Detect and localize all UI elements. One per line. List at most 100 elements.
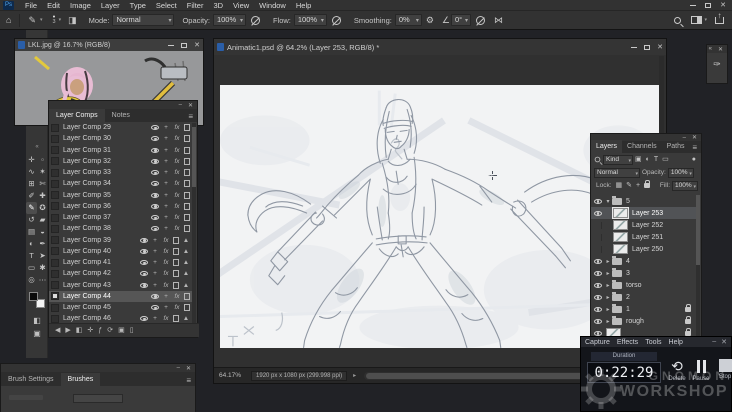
opacity-select[interactable]: 100% (212, 14, 246, 26)
layer-comp-apply-box[interactable] (51, 224, 59, 233)
brush-search-field[interactable] (73, 394, 123, 403)
chevron-right-icon[interactable]: ▸ (604, 294, 612, 301)
brush-settings-dock-icon[interactable]: ✑ (707, 59, 727, 70)
marquee-tool-icon[interactable]: ▫ (37, 154, 48, 166)
chevron-right-icon[interactable]: ▸ (604, 318, 612, 325)
update-appearance-icon[interactable]: ƒ (98, 325, 102, 337)
brush-angle-field[interactable]: 0° (451, 14, 471, 26)
layer-comp-apply-box[interactable] (51, 269, 59, 278)
layer-comp-row[interactable]: Layer Comp 40 + fx ▲ (49, 246, 193, 257)
healing-tool-icon[interactable]: ✚ (37, 190, 48, 202)
visibility-eye-icon[interactable] (151, 181, 159, 187)
menu-item-edit[interactable]: Edit (42, 0, 65, 11)
restore-icon[interactable] (644, 44, 651, 50)
dodge-tool-icon[interactable]: ◐ (26, 238, 37, 250)
layer-comp-apply-box[interactable] (51, 303, 59, 312)
visibility-cell[interactable] (591, 198, 604, 204)
layer-row[interactable]: Layer 251 (591, 231, 697, 243)
visibility-cell[interactable] (591, 210, 604, 216)
lock-transparency-icon[interactable]: ▦ (616, 181, 623, 191)
visibility-eye-icon[interactable] (151, 170, 159, 176)
blend-mode-select[interactable]: Normal (594, 167, 640, 178)
smoothing-select[interactable]: 0% (394, 14, 422, 26)
visibility-eye-icon[interactable] (593, 198, 602, 204)
close-icon[interactable]: ✕ (692, 134, 697, 141)
quick-mask-icon[interactable]: ◧ (26, 314, 48, 327)
tab-brush-settings[interactable]: Brush Settings (1, 373, 61, 386)
close-icon[interactable]: ✕ (657, 43, 663, 52)
visibility-eye-icon[interactable] (140, 237, 148, 243)
minimize-icon[interactable]: – (177, 365, 180, 371)
layer-comp-row[interactable]: Layer Comp 38 + fx (49, 223, 193, 234)
layers-scrollbar[interactable] (696, 195, 700, 355)
history-brush-tool-icon[interactable]: ↺ (26, 214, 37, 226)
layer-comp-apply-box[interactable] (51, 134, 59, 143)
visibility-eye-icon[interactable] (140, 271, 148, 277)
visibility-cell[interactable] (591, 221, 604, 229)
visibility-eye-icon[interactable] (151, 215, 159, 221)
edit-toolbar-tool-icon[interactable]: ⋯ (37, 274, 48, 286)
layer-row[interactable]: ▸ rough (591, 315, 697, 327)
visibility-eye-icon[interactable] (593, 306, 602, 312)
home-icon[interactable]: ⌂ (6, 14, 11, 26)
type-tool-icon[interactable]: T (26, 250, 37, 262)
minimize-icon[interactable] (631, 46, 638, 48)
filter-adjustment-icon[interactable]: ◐ (646, 155, 650, 165)
filter-kind-select[interactable]: Kind (603, 154, 633, 165)
layer-comp-apply-box[interactable] (51, 179, 59, 188)
next-comp-icon[interactable]: ▶ (65, 325, 70, 337)
visibility-eye-icon[interactable] (593, 318, 602, 324)
menu-item-3d[interactable]: 3D (208, 0, 228, 11)
layer-comp-row[interactable]: Layer Comp 33 + fx (49, 167, 193, 178)
panel-menu-icon[interactable]: ≡ (692, 143, 697, 153)
visibility-eye-icon[interactable] (593, 294, 602, 300)
lasso-tool-icon[interactable]: ∿ (26, 166, 37, 178)
visibility-cell[interactable] (591, 270, 604, 276)
airbrush-icon[interactable] (331, 15, 341, 25)
visibility-eye-icon[interactable] (151, 158, 159, 164)
layer-comp-row[interactable]: Layer Comp 43 + fx ▲ (49, 280, 193, 291)
delete-layer-comp-icon[interactable]: ▯ (130, 325, 134, 337)
layer-comp-row[interactable]: Layer Comp 34 + fx (49, 178, 193, 189)
menu-item-filter[interactable]: Filter (182, 0, 209, 11)
delete-button[interactable]: ⟲ Delete (665, 358, 689, 382)
blend-mode-select[interactable]: Normal (112, 14, 175, 26)
layer-comp-row[interactable]: Layer Comp 37 + fx (49, 212, 193, 223)
tab-brushes[interactable]: Brushes (60, 373, 101, 386)
layer-opacity-select[interactable]: 100% (667, 167, 694, 178)
layer-row[interactable]: ▸ torso (591, 279, 697, 291)
visibility-empty[interactable] (594, 245, 602, 253)
menu-item-layer[interactable]: Layer (96, 0, 125, 11)
visibility-eye-icon[interactable] (140, 260, 148, 266)
layer-fill-select[interactable]: 100% (672, 180, 698, 191)
menu-item-select[interactable]: Select (151, 0, 182, 11)
chevron-down-icon[interactable]: ▾ (40, 17, 43, 23)
visibility-cell[interactable] (591, 245, 604, 253)
layer-comp-row[interactable]: Layer Comp 30 + fx (49, 133, 193, 144)
tab-channels[interactable]: Channels (622, 140, 662, 153)
visibility-eye-icon[interactable] (140, 282, 148, 288)
capture-menu-capture[interactable]: Capture (585, 339, 610, 346)
chevron-down-icon[interactable]: ▾ (704, 17, 707, 23)
slice-tool-icon[interactable]: ✄ (37, 178, 48, 190)
chevron-right-icon[interactable]: ▸ (604, 258, 612, 265)
visibility-eye-icon[interactable] (151, 293, 159, 299)
close-icon[interactable]: ✕ (194, 41, 200, 50)
layer-row[interactable]: ▸ 3 (591, 267, 697, 279)
workspace-switcher-icon[interactable] (691, 16, 703, 24)
layer-comp-row[interactable]: Layer Comp 32 + fx (49, 156, 193, 167)
tab-layers[interactable]: Layers (591, 140, 623, 153)
visibility-eye-icon[interactable] (151, 305, 159, 311)
layer-comp-row[interactable]: Layer Comp 35 + fx (49, 190, 193, 201)
rectangle-tool-icon[interactable]: ▭ (26, 262, 37, 274)
layer-comp-apply-box[interactable] (51, 191, 59, 200)
visibility-eye-icon[interactable] (151, 192, 159, 198)
symmetry-icon[interactable]: ⋈ (494, 14, 503, 26)
status-arrow-icon[interactable]: ▸ (353, 372, 356, 379)
layer-row[interactable]: Layer 250 (591, 243, 697, 255)
menu-item-view[interactable]: View (228, 0, 254, 11)
flow-select[interactable]: 100% (293, 14, 327, 26)
restore-icon[interactable] (705, 2, 712, 8)
capture-menu-help[interactable]: Help (669, 339, 683, 346)
search-icon[interactable] (674, 16, 682, 24)
